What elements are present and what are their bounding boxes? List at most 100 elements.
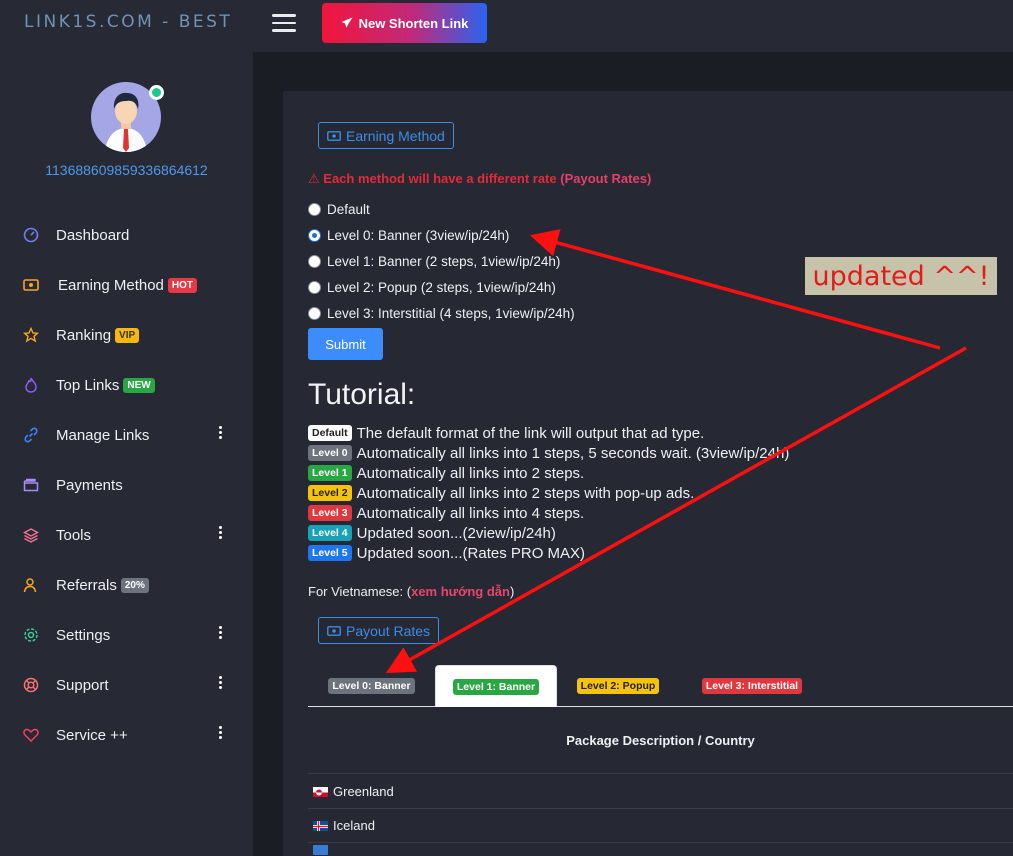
more-vertical-icon[interactable] <box>219 526 223 541</box>
new-shorten-link-button[interactable]: New Shorten Link <box>322 3 487 43</box>
option-level-2[interactable]: Level 2: Popup (2 steps, 1view/ip/24h) <box>308 277 556 297</box>
layers-icon <box>22 526 40 544</box>
more-vertical-icon[interactable] <box>219 626 223 641</box>
sidebar-item-top-links[interactable]: Top Links NEW <box>0 360 253 410</box>
sidebar-item-label: Tools <box>56 526 92 544</box>
level-badge: Level 3 <box>308 505 352 521</box>
option-label: Level 3: Interstitial (4 steps, 1view/ip… <box>327 305 575 321</box>
viet-prefix: For Vietnamese: ( <box>308 584 412 599</box>
sidebar-item-label: Service ++ <box>56 726 128 744</box>
sidebar-item-support[interactable]: Support <box>0 660 253 710</box>
money-icon <box>22 276 40 294</box>
level-badge: Default <box>308 425 352 441</box>
level-badge: Level 4 <box>308 525 352 541</box>
star-icon <box>22 326 40 344</box>
wallet-icon <box>22 476 40 494</box>
gauge-icon <box>22 226 40 244</box>
tab-label: Level 0: Banner <box>328 678 415 694</box>
tutorial-row: Level 4 Updated soon...(2view/ip/24h) <box>308 523 556 543</box>
more-vertical-icon[interactable] <box>219 426 223 441</box>
viet-guide-link[interactable]: xem hướng dẫn <box>411 584 510 599</box>
money-icon <box>327 130 341 141</box>
payout-rates-title: Payout Rates <box>346 622 431 639</box>
more-vertical-icon[interactable] <box>219 726 223 741</box>
tutorial-text: Automatically all links into 2 steps wit… <box>356 484 695 502</box>
tutorial-text: Automatically all links into 1 steps, 5 … <box>356 444 790 462</box>
more-vertical-icon[interactable] <box>219 676 223 691</box>
level-badge: Level 1 <box>308 465 352 481</box>
referral-rate-badge: 20% <box>120 577 149 593</box>
flag-icon <box>313 844 328 855</box>
user-id[interactable]: 113688609859336864612 <box>0 162 253 178</box>
tutorial-row: Level 1 Automatically all links into 2 s… <box>308 463 584 483</box>
tutorial-text: Automatically all links into 4 steps. <box>356 504 585 522</box>
iceland-flag-icon <box>313 820 328 831</box>
sidebar-item-label: Settings <box>56 626 111 644</box>
warning-text: Each method will have a different rate <box>323 171 557 186</box>
option-label: Default <box>327 201 370 217</box>
radio-level-2[interactable] <box>308 280 321 294</box>
tutorial-text: Updated soon...(Rates PRO MAX) <box>356 544 586 562</box>
menu-toggle-icon[interactable] <box>272 14 296 32</box>
sidebar-item-label: Top Links <box>56 376 120 394</box>
brand-logo[interactable]: LINK1S.COM - BEST <box>24 12 232 32</box>
country-name: Greenland <box>333 784 394 799</box>
warning-icon: ⚠ <box>308 171 320 186</box>
sidebar-item-label: Manage Links <box>56 426 150 444</box>
table-row: Iceland <box>308 809 1013 843</box>
option-level-0[interactable]: Level 0: Banner (3view/ip/24h) <box>308 225 509 245</box>
rate-warning: ⚠ Each method will have a different rate… <box>308 171 651 187</box>
sidebar-item-referrals[interactable]: Referrals 20% <box>0 560 253 610</box>
sidebar-item-service[interactable]: Service ++ <box>0 710 253 760</box>
sidebar-item-label: Support <box>56 676 109 694</box>
level-badge: Level 5 <box>308 545 352 561</box>
radio-default[interactable] <box>308 202 321 216</box>
users-icon <box>22 576 40 594</box>
hot-badge: HOT <box>167 277 198 293</box>
option-default[interactable]: Default <box>308 199 370 219</box>
sidebar-item-settings[interactable]: Settings <box>0 610 253 660</box>
tab-level-3[interactable]: Level 3: Interstitial <box>679 665 825 707</box>
radio-level-1[interactable] <box>308 254 321 268</box>
gear-icon <box>22 626 40 644</box>
earning-method-title: Earning Method <box>346 127 445 144</box>
top-bar: LINK1S.COM - BEST New Shorten Link <box>0 0 1013 52</box>
sidebar-item-earning-method[interactable]: Earning Method HOT <box>0 260 253 310</box>
sidebar-item-dashboard[interactable]: Dashboard <box>0 210 253 260</box>
earning-method-heading: Earning Method <box>318 122 454 149</box>
sidebar-nav: Dashboard Earning Method HOT Ranking VIP… <box>0 210 253 760</box>
annotation-label: updated ^^! <box>805 257 997 295</box>
sidebar-item-payments[interactable]: Payments <box>0 460 253 510</box>
viet-suffix: ) <box>509 584 515 599</box>
table-column-header: Package Description / Country <box>308 708 1013 774</box>
vip-badge: VIP <box>115 327 140 343</box>
level-badge: Level 2 <box>308 485 352 501</box>
sidebar-item-tools[interactable]: Tools <box>0 510 253 560</box>
online-status-dot <box>149 85 164 100</box>
option-label: Level 2: Popup (2 steps, 1view/ip/24h) <box>327 279 556 295</box>
table-row: Greenland <box>308 775 1013 809</box>
option-level-1[interactable]: Level 1: Banner (2 steps, 1view/ip/24h) <box>308 251 560 271</box>
radio-level-0[interactable] <box>308 228 321 242</box>
radio-level-3[interactable] <box>308 306 321 320</box>
lifebuoy-icon <box>22 676 40 694</box>
heart-icon <box>22 726 40 744</box>
tutorial-row: Default The default format of the link w… <box>308 423 704 443</box>
tutorial-row: Level 5 Updated soon...(Rates PRO MAX) <box>308 543 585 563</box>
tab-level-2[interactable]: Level 2: Popup <box>557 665 679 707</box>
payout-rates-link[interactable]: (Payout Rates) <box>560 171 651 186</box>
sidebar-item-ranking[interactable]: Ranking VIP <box>0 310 253 360</box>
greenland-flag-icon <box>313 786 328 797</box>
sidebar-item-manage-links[interactable]: Manage Links <box>0 410 253 460</box>
tab-level-1[interactable]: Level 1: Banner <box>435 665 557 707</box>
paper-plane-icon <box>341 17 353 28</box>
tutorial-title: Tutorial: <box>308 378 416 411</box>
tab-level-0[interactable]: Level 0: Banner <box>308 665 435 707</box>
vietnamese-guide: For Vietnamese: (xem hướng dẫn) <box>308 584 514 599</box>
tutorial-row: Level 2 Automatically all links into 2 s… <box>308 483 694 503</box>
option-label: Level 0: Banner (3view/ip/24h) <box>327 227 510 243</box>
submit-button[interactable]: Submit <box>308 328 383 360</box>
option-level-3[interactable]: Level 3: Interstitial (4 steps, 1view/ip… <box>308 303 575 323</box>
link-icon <box>22 426 40 444</box>
tab-label: Level 3: Interstitial <box>701 678 803 694</box>
